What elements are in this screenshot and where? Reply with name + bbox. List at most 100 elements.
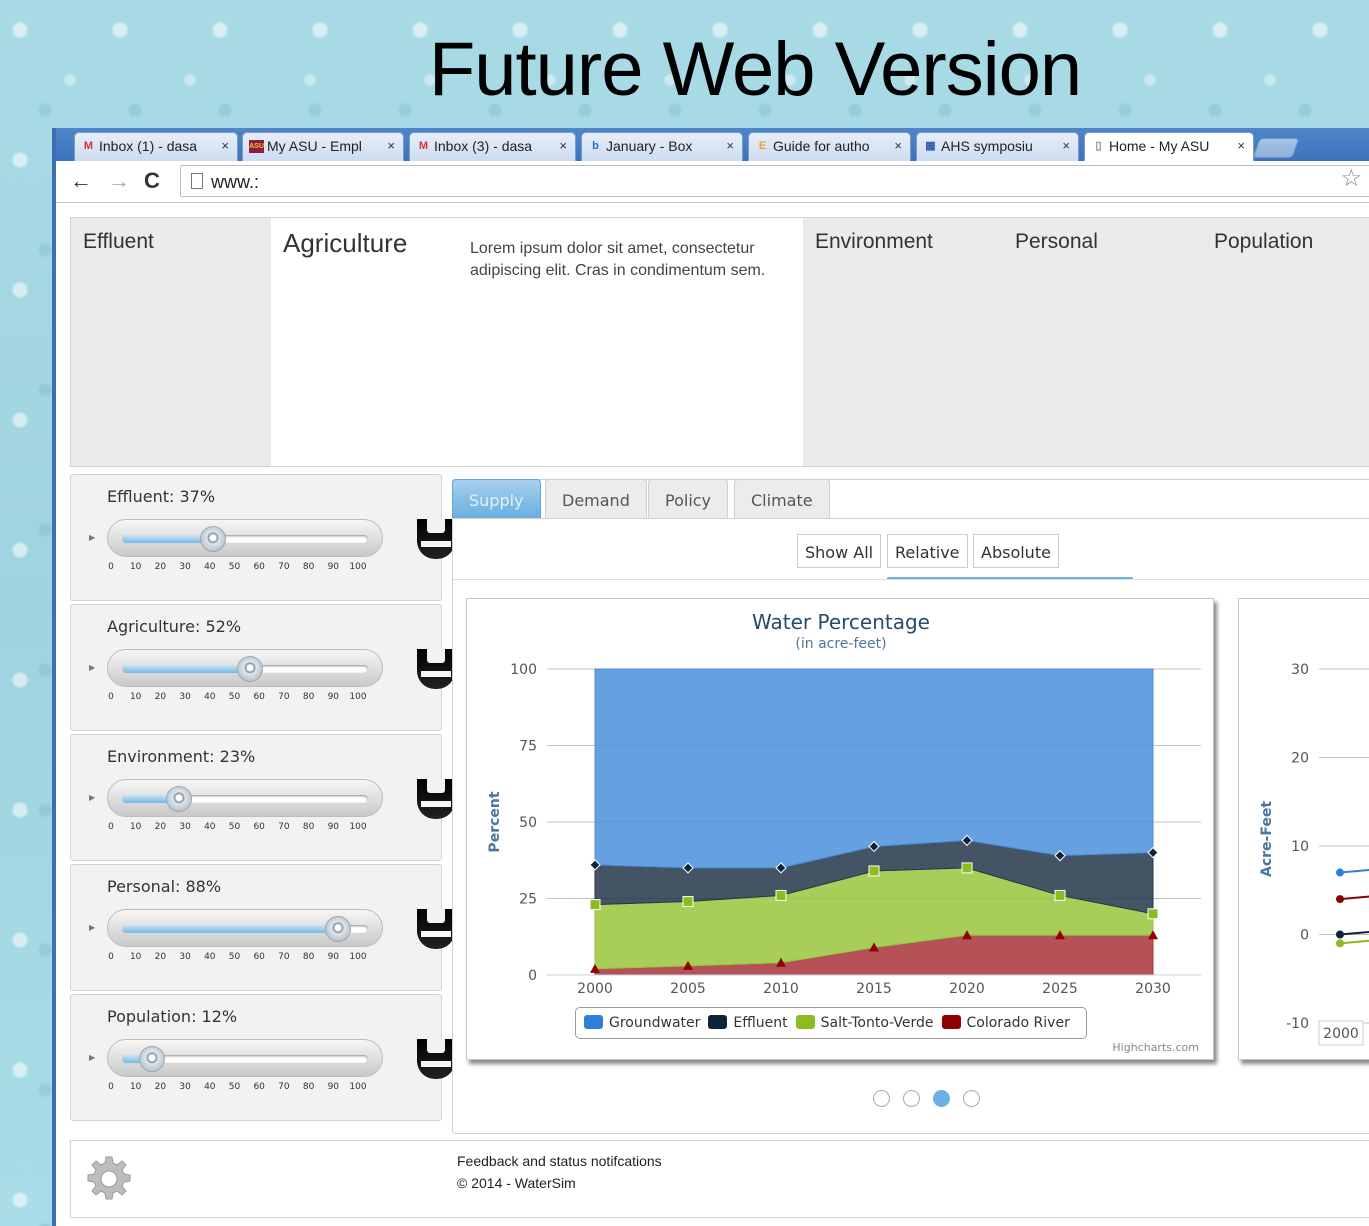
chart-subtitle: (in acre-feet) <box>795 636 886 652</box>
chart-credit[interactable]: Highcharts.com <box>1112 1041 1199 1054</box>
nav-agriculture-panel[interactable]: Agriculture Lorem ipsum dolor sit amet, … <box>271 218 803 466</box>
slider-handle[interactable] <box>200 526 227 552</box>
browser-tab[interactable]: b January - Box × <box>581 132 743 161</box>
slider-tick-label: 50 <box>228 562 241 572</box>
slider-label: Population: 12% <box>107 1007 238 1026</box>
slider-tick-label: 90 <box>327 1082 340 1092</box>
chart-tabs: Supply Demand Policy Climate <box>452 479 1369 519</box>
relative-button[interactable]: Relative <box>887 534 968 568</box>
x-tick-label: 2015 <box>856 981 892 997</box>
expand-arrow-icon[interactable]: ▶ <box>89 793 95 802</box>
data-point[interactable] <box>961 862 973 874</box>
slider-tick-label: 80 <box>302 562 315 572</box>
legend-item[interactable]: Groundwater <box>584 1015 700 1031</box>
close-tab-icon[interactable]: × <box>894 138 902 153</box>
slider-handle[interactable] <box>165 786 192 812</box>
slider-end-cap <box>417 519 455 559</box>
data-point[interactable] <box>868 865 880 877</box>
browser-tab[interactable]: E Guide for autho × <box>748 132 911 161</box>
legend-label: Effluent <box>733 1015 788 1031</box>
browser-tab[interactable]: M Inbox (3) - dasa × <box>409 132 576 161</box>
nav-population[interactable]: Population <box>1214 230 1313 254</box>
tab-climate[interactable]: Climate <box>734 479 830 518</box>
slider-handle[interactable] <box>138 1046 165 1072</box>
line-series[interactable] <box>1339 867 1369 874</box>
reload-icon[interactable]: C <box>144 169 160 193</box>
slider-tick-label: 70 <box>278 1082 290 1092</box>
show-all-button[interactable]: Show All <box>797 534 882 568</box>
tab-demand[interactable]: Demand <box>545 479 647 518</box>
tab-supply[interactable]: Supply <box>452 479 541 518</box>
expand-arrow-icon[interactable]: ▶ <box>89 1053 95 1062</box>
slider-track[interactable] <box>107 1039 383 1077</box>
slider-handle[interactable] <box>236 656 263 682</box>
close-tab-icon[interactable]: × <box>387 138 395 153</box>
slider-track[interactable] <box>107 909 383 947</box>
browser-tab[interactable]: M Inbox (1) - dasa × <box>74 132 238 161</box>
y-tick-label: -10 <box>1286 1016 1309 1032</box>
legend-item[interactable]: Colorado River <box>941 1015 1070 1031</box>
slider-track[interactable] <box>107 779 383 817</box>
slider-tick-label: 100 <box>349 952 367 962</box>
copyright-text: © 2014 - WaterSim <box>457 1175 576 1191</box>
data-point[interactable] <box>1336 939 1344 948</box>
legend-item[interactable]: Salt-Tonto-Verde <box>795 1015 934 1031</box>
x-tick-label: 2020 <box>949 981 985 997</box>
slider-tick-label: 30 <box>179 822 191 832</box>
browser-tab[interactable]: ▦ AHS symposiu × <box>916 132 1079 161</box>
bookmark-star-icon[interactable]: ☆ <box>1340 164 1362 193</box>
nav-agriculture[interactable]: Agriculture <box>283 228 407 259</box>
carousel-dot[interactable] <box>903 1090 920 1107</box>
nav-personal[interactable]: Personal <box>1015 230 1098 254</box>
carousel-dot[interactable] <box>873 1090 890 1107</box>
line-series[interactable] <box>1339 937 1369 945</box>
new-tab-button[interactable] <box>1252 138 1300 158</box>
forward-arrow-icon[interactable]: → <box>108 169 130 193</box>
close-tab-icon[interactable]: × <box>559 138 567 153</box>
legend-swatch <box>584 1015 603 1029</box>
gear-icon[interactable] <box>85 1155 133 1203</box>
data-point[interactable] <box>682 896 694 908</box>
expand-arrow-icon[interactable]: ▶ <box>89 533 95 542</box>
nav-environment[interactable]: Environment <box>815 230 933 254</box>
slider-handle[interactable] <box>325 916 352 942</box>
close-tab-icon[interactable]: × <box>1237 138 1245 153</box>
browser-tab[interactable]: ▯ Home - My ASU × <box>1084 132 1254 161</box>
data-point[interactable] <box>775 889 787 901</box>
line-series[interactable] <box>1339 929 1369 936</box>
data-point[interactable] <box>1054 889 1066 901</box>
slider-tick-label: 40 <box>204 562 216 572</box>
carousel-dot-active[interactable] <box>933 1090 950 1107</box>
area-series[interactable] <box>594 668 1154 869</box>
nav-effluent[interactable]: Effluent <box>83 230 154 254</box>
status-text: Feedback and status notifcations <box>457 1153 662 1169</box>
slider-track[interactable] <box>107 519 383 557</box>
tab-policy[interactable]: Policy <box>648 479 729 518</box>
slider-rail <box>122 795 368 803</box>
slider-tick-label: 0 <box>108 562 114 572</box>
data-point[interactable] <box>1336 895 1344 904</box>
slider-tick-label: 20 <box>154 692 167 702</box>
close-tab-icon[interactable]: × <box>726 138 734 153</box>
browser-tab[interactable]: ASU My ASU - Empl × <box>242 132 404 161</box>
slider-tick-label: 50 <box>228 822 241 832</box>
close-tab-icon[interactable]: × <box>1062 138 1070 153</box>
expand-arrow-icon[interactable]: ▶ <box>89 663 95 672</box>
slider-tick-label: 90 <box>327 692 340 702</box>
data-point[interactable] <box>1147 908 1159 920</box>
absolute-button[interactable]: Absolute <box>973 534 1059 568</box>
footer-text: Feedback and status notifcations © 2014 … <box>457 1150 662 1194</box>
data-point[interactable] <box>1336 868 1344 877</box>
line-series[interactable] <box>1339 893 1369 901</box>
slider-card: Population: 12% ▶ 0 10 20 30 40 50 60 70 80 90 100 <box>70 994 455 1121</box>
data-point[interactable] <box>1336 930 1344 939</box>
expand-arrow-icon[interactable]: ▶ <box>89 923 95 932</box>
slider-track[interactable] <box>107 649 383 687</box>
data-point[interactable] <box>589 899 601 911</box>
back-arrow-icon[interactable]: ← <box>70 169 92 193</box>
box-icon: b <box>592 140 599 152</box>
carousel-dot[interactable] <box>963 1090 980 1107</box>
address-bar[interactable]: www.: <box>180 165 1369 197</box>
close-tab-icon[interactable]: × <box>221 138 229 153</box>
legend-item[interactable]: Effluent <box>708 1015 788 1031</box>
